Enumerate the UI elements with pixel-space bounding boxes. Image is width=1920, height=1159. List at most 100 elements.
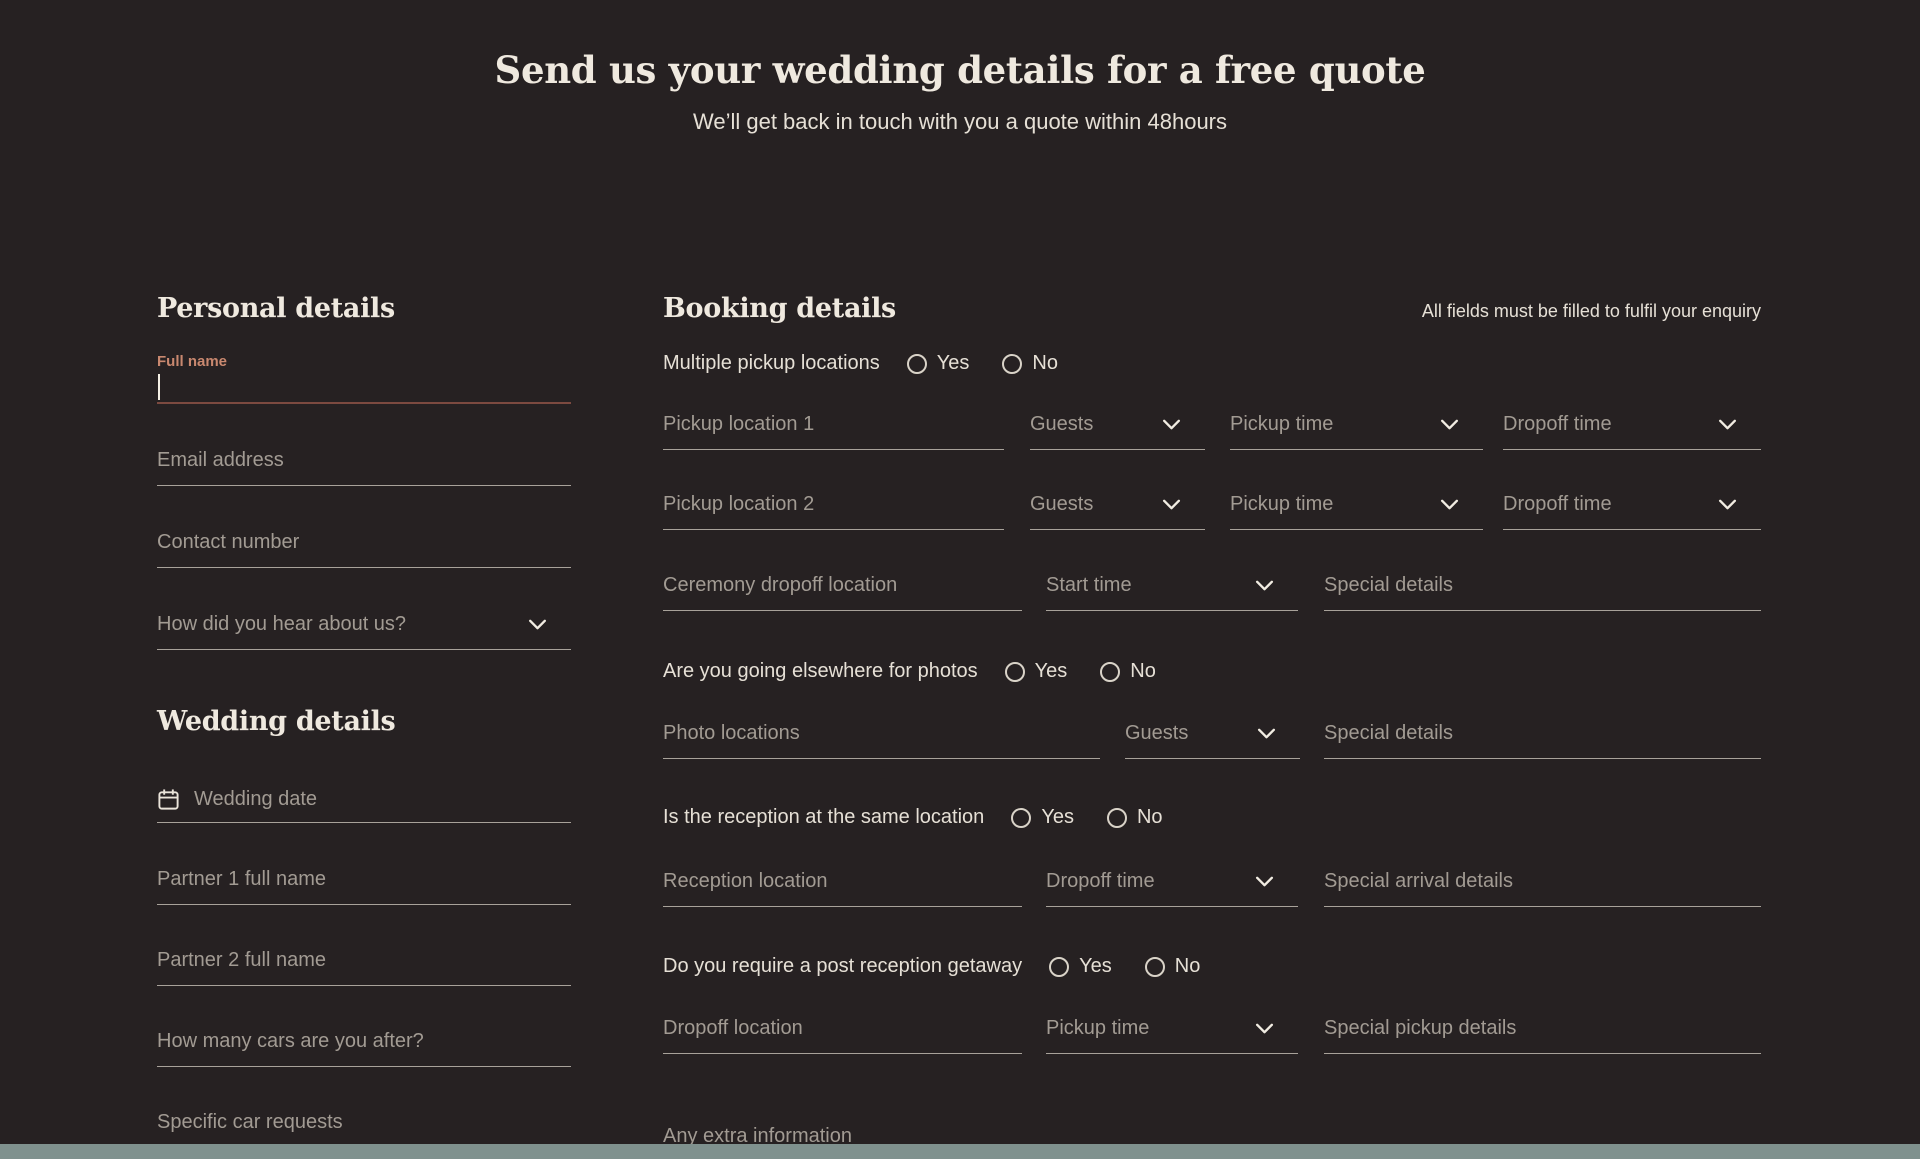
photo-guests-select[interactable]: Guests: [1125, 721, 1300, 759]
photo-locations-input[interactable]: [663, 721, 1100, 759]
chevron-down-icon: [1162, 499, 1181, 510]
personal-details-heading: Personal details: [157, 293, 571, 325]
reception-row: Dropoff time: [663, 869, 1761, 907]
radio-icon: [1100, 662, 1120, 682]
full-name-field[interactable]: Full name: [157, 352, 571, 404]
page-header: Send us your wedding details for a free …: [0, 48, 1920, 135]
booking-column: Booking details All fields must be fille…: [663, 293, 1761, 1159]
photo-special-details-input[interactable]: [1324, 721, 1761, 759]
question-photos: Are you going elsewhere for photos Yes N…: [663, 659, 1761, 684]
radio-label: No: [1032, 351, 1058, 376]
radio-label: No: [1137, 805, 1163, 830]
calendar-icon: [157, 788, 180, 811]
car-count-input[interactable]: [157, 1029, 571, 1067]
booking-header: Booking details All fields must be fille…: [663, 293, 1761, 325]
dropoff-time-select-1[interactable]: Dropoff time: [1503, 412, 1761, 450]
chevron-down-icon: [1718, 499, 1737, 510]
chevron-down-icon: [1255, 1023, 1274, 1034]
guests-select-2[interactable]: Guests: [1030, 492, 1205, 530]
question-reception: Is the reception at the same location Ye…: [663, 805, 1761, 830]
radio-icon: [1005, 662, 1025, 682]
chevron-down-icon: [1255, 876, 1274, 887]
booking-details-heading: Booking details: [663, 293, 896, 325]
email-input[interactable]: [157, 448, 571, 486]
radio-icon: [907, 354, 927, 374]
radio-icon: [1049, 957, 1069, 977]
guests-placeholder: Guests: [1030, 412, 1093, 437]
photos-no-radio[interactable]: No: [1100, 659, 1156, 684]
getaway-pickup-time-select[interactable]: Pickup time: [1046, 1016, 1298, 1054]
multiple-pickup-no-radio[interactable]: No: [1002, 351, 1058, 376]
start-time-placeholder: Start time: [1046, 573, 1132, 598]
reception-no-radio[interactable]: No: [1107, 805, 1163, 830]
contact-number-input[interactable]: [157, 530, 571, 568]
radio-label: Yes: [1079, 954, 1112, 979]
getaway-no-radio[interactable]: No: [1145, 954, 1201, 979]
getaway-dropoff-location-input[interactable]: [663, 1016, 1022, 1054]
pickup-row-2: Guests Pickup time Dropoff time: [663, 492, 1761, 530]
partner1-name-input[interactable]: [157, 867, 571, 905]
hear-about-select[interactable]: How did you hear about us?: [157, 612, 571, 650]
special-pickup-details-input[interactable]: [1324, 1016, 1761, 1054]
radio-icon: [1002, 354, 1022, 374]
chevron-down-icon: [1718, 419, 1737, 430]
photos-row: Guests: [663, 721, 1761, 759]
chevron-down-icon: [528, 619, 547, 630]
reception-dropoff-time-select[interactable]: Dropoff time: [1046, 869, 1298, 907]
radio-icon: [1145, 957, 1165, 977]
radio-label: Yes: [1041, 805, 1074, 830]
pickup-time-placeholder: Pickup time: [1230, 492, 1333, 517]
hear-about-placeholder: How did you hear about us?: [157, 612, 406, 637]
radio-label: Yes: [1035, 659, 1068, 684]
question-label: Multiple pickup locations: [663, 351, 880, 376]
getaway-yes-radio[interactable]: Yes: [1049, 954, 1112, 979]
partner2-name-input[interactable]: [157, 948, 571, 986]
chevron-down-icon: [1255, 580, 1274, 591]
multiple-pickup-yes-radio[interactable]: Yes: [907, 351, 970, 376]
guests-placeholder: Guests: [1030, 492, 1093, 517]
pickup-row-1: Guests Pickup time Dropoff time: [663, 412, 1761, 450]
ceremony-special-details-input[interactable]: [1324, 573, 1761, 611]
pickup-time-select-1[interactable]: Pickup time: [1230, 412, 1483, 450]
booking-note: All fields must be filled to fulfil your…: [1422, 301, 1761, 322]
radio-label: No: [1130, 659, 1156, 684]
dropoff-time-placeholder: Dropoff time: [1503, 492, 1612, 517]
page-subtitle: We’ll get back in touch with you a quote…: [0, 109, 1920, 135]
getaway-row: Pickup time: [663, 1016, 1761, 1054]
reception-yes-radio[interactable]: Yes: [1011, 805, 1074, 830]
special-arrival-details-input[interactable]: [1324, 869, 1761, 907]
pickup-time-select-2[interactable]: Pickup time: [1230, 492, 1483, 530]
question-multiple-pickup: Multiple pickup locations Yes No: [663, 351, 1761, 376]
radio-icon: [1107, 808, 1127, 828]
chevron-down-icon: [1162, 419, 1181, 430]
guests-placeholder: Guests: [1125, 721, 1188, 746]
pickup-time-placeholder: Pickup time: [1230, 412, 1333, 437]
pickup-location-2-input[interactable]: [663, 492, 1004, 530]
chevron-down-icon: [1440, 499, 1459, 510]
guests-select-1[interactable]: Guests: [1030, 412, 1205, 450]
page-title: Send us your wedding details for a free …: [0, 48, 1920, 92]
question-label: Is the reception at the same location: [663, 805, 984, 830]
text-cursor: [158, 374, 160, 400]
ceremony-row: Start time: [663, 573, 1761, 611]
pickup-location-1-input[interactable]: [663, 412, 1004, 450]
reception-location-input[interactable]: [663, 869, 1022, 907]
chevron-down-icon: [1257, 728, 1276, 739]
ceremony-dropoff-input[interactable]: [663, 573, 1022, 611]
question-label: Do you require a post reception getaway: [663, 954, 1022, 979]
quote-form-page: Send us your wedding details for a free …: [0, 0, 1920, 1159]
bottom-edge-bar: [0, 1144, 1920, 1159]
chevron-down-icon: [1440, 419, 1459, 430]
wedding-details-heading: Wedding details: [157, 706, 571, 738]
dropoff-time-placeholder: Dropoff time: [1503, 412, 1612, 437]
dropoff-time-select-2[interactable]: Dropoff time: [1503, 492, 1761, 530]
question-getaway: Do you require a post reception getaway …: [663, 954, 1761, 979]
radio-label: Yes: [937, 351, 970, 376]
wedding-date-field[interactable]: [157, 787, 571, 823]
photos-yes-radio[interactable]: Yes: [1005, 659, 1068, 684]
start-time-select[interactable]: Start time: [1046, 573, 1298, 611]
full-name-input[interactable]: [157, 371, 571, 404]
wedding-date-input[interactable]: [194, 787, 571, 812]
car-requests-input[interactable]: [157, 1110, 571, 1148]
personal-wedding-column: Personal details Full name How did you h…: [157, 293, 571, 1148]
